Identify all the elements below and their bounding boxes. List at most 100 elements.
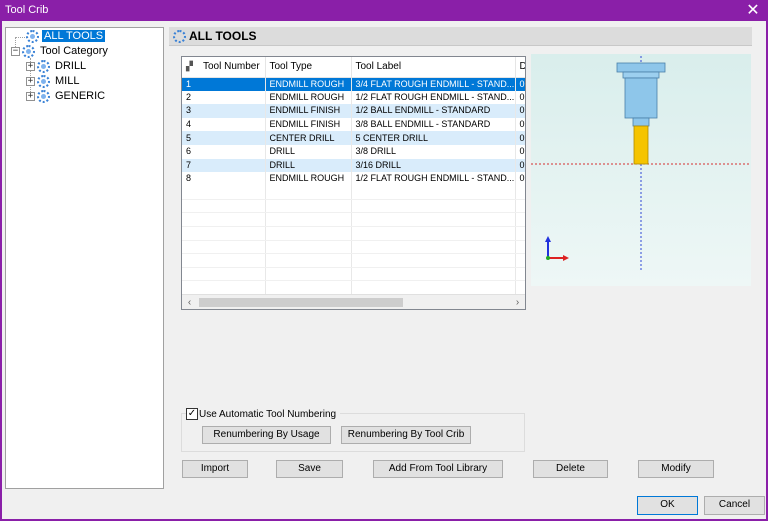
cell-d: 0: [515, 117, 525, 132]
empty-cell: [182, 280, 266, 295]
cell-tool-label: 1/2 BALL ENDMILL - STANDARD: [351, 104, 516, 118]
expand-icon[interactable]: +: [26, 76, 35, 86]
tool-shank: [633, 125, 649, 165]
delete-button[interactable]: Delete: [533, 460, 608, 478]
cell-tool-type: ENDMILL ROUGH: [265, 90, 352, 105]
empty-cell: [265, 240, 352, 255]
expand-icon[interactable]: +: [26, 61, 35, 71]
tools-table[interactable]: ▞Tool Number Tool Type Tool Label D 1END…: [181, 56, 526, 310]
empty-table-row: [182, 267, 525, 282]
column-chooser-icon[interactable]: ▞: [186, 61, 194, 72]
empty-cell: [515, 280, 525, 295]
empty-table-row: [182, 199, 525, 214]
tree-item-generic[interactable]: + GENERIC: [26, 89, 107, 104]
auto-numbering-checkbox[interactable]: ✓: [186, 408, 198, 421]
empty-cell: [515, 212, 525, 228]
cell-tool-label: 3/8 DRILL: [351, 144, 516, 159]
cell-d: 0: [515, 104, 525, 118]
window-title: Tool Crib: [5, 4, 49, 16]
triad-x-arrow: [563, 255, 569, 261]
cell-tool-type: ENDMILL FINISH: [265, 104, 352, 118]
close-icon[interactable]: ✕: [738, 0, 768, 21]
cell-tool-type: ENDMILL ROUGH: [265, 172, 352, 186]
cell-d: 0: [515, 158, 525, 173]
cell-tool-label: 3/8 BALL ENDMILL - STANDARD: [351, 117, 516, 132]
triad-origin: [546, 256, 550, 260]
table-row[interactable]: 4 ENDMILL FINISH 3/8 BALL ENDMILL - STANDA…: [182, 117, 525, 132]
cell-tool-number: 5: [182, 131, 266, 145]
scroll-right-icon[interactable]: ›: [510, 295, 525, 309]
cell-tool-label: 3/16 DRILL: [351, 158, 516, 173]
modify-button[interactable]: Modify: [638, 460, 714, 478]
empty-table-row: [182, 226, 525, 241]
cell-d: 0: [515, 131, 525, 145]
add-from-library-button[interactable]: Add From Tool Library: [373, 460, 503, 478]
empty-cell: [265, 267, 352, 282]
cell-d: 0: [515, 172, 525, 186]
empty-cell: [265, 212, 352, 228]
gear-icon: [37, 59, 50, 73]
cell-tool-label: 1/2 FLAT ROUGH ENDMILL - STAND...: [351, 172, 516, 186]
table-row[interactable]: 8 ENDMILL ROUGH 1/2 FLAT ROUGH ENDMILL - S…: [182, 172, 525, 186]
cell-d: 0: [515, 90, 525, 105]
renumber-by-crib-button[interactable]: Renumbering By Tool Crib: [341, 426, 471, 444]
empty-cell: [265, 226, 352, 241]
empty-cell: [182, 199, 266, 214]
table-row[interactable]: 3 ENDMILL FINISH 1/2 BALL ENDMILL - STANDA…: [182, 104, 525, 118]
empty-cell: [351, 212, 516, 228]
cell-tool-number: 1: [182, 77, 266, 91]
cell-tool-type: ENDMILL FINISH: [265, 117, 352, 132]
cell-tool-label: 5 CENTER DRILL: [351, 131, 516, 145]
scrollbar-thumb[interactable]: [199, 298, 403, 307]
empty-cell: [515, 226, 525, 241]
scroll-left-icon[interactable]: ‹: [182, 295, 197, 309]
table-row[interactable]: 1 ENDMILL ROUGH 3/4 FLAT ROUGH ENDMILL - S…: [182, 77, 525, 91]
empty-cell: [182, 226, 266, 241]
empty-cell: [515, 185, 525, 200]
table-row[interactable]: 5 CENTER DRILL 5 CENTER DRILL 0: [182, 131, 525, 145]
tree-item-drill[interactable]: + DRILL: [26, 59, 88, 74]
empty-cell: [515, 267, 525, 282]
auto-numbering-option[interactable]: ✓ Use Automatic Tool Numbering: [186, 408, 341, 421]
triad-z-arrow: [545, 236, 551, 242]
tree-item-all-tools[interactable]: ALL TOOLS: [26, 29, 106, 44]
ok-button[interactable]: OK: [637, 496, 698, 515]
empty-table-row: [182, 240, 525, 255]
tool-holder: [616, 62, 666, 127]
empty-cell: [351, 185, 516, 200]
category-tree[interactable]: ALL TOOLS − Tool Category + DRILL + MILL + G…: [5, 27, 164, 489]
cancel-button[interactable]: Cancel: [704, 496, 765, 515]
expand-icon[interactable]: +: [26, 91, 35, 101]
column-header-label: Tool Number: [203, 61, 260, 73]
cell-tool-number: 6: [182, 144, 266, 159]
tree-item-tool-category[interactable]: − Tool Category: [11, 44, 110, 59]
table-row[interactable]: 7 DRILL 3/16 DRILL 0: [182, 158, 525, 173]
column-header-tool-label[interactable]: Tool Label: [351, 57, 516, 78]
tree-item-label: GENERIC: [55, 90, 106, 102]
table-row[interactable]: 6 DRILL 3/8 DRILL 0: [182, 144, 525, 159]
holder-groove: [622, 71, 660, 79]
save-button[interactable]: Save: [276, 460, 343, 478]
tree-item-mill[interactable]: + MILL: [26, 74, 81, 89]
gear-icon: [37, 89, 50, 103]
cell-tool-label: 3/4 FLAT ROUGH ENDMILL - STAND...: [351, 77, 516, 91]
cell-tool-type: ENDMILL ROUGH: [265, 77, 352, 91]
renumber-by-usage-button[interactable]: Renumbering By Usage: [202, 426, 331, 444]
column-header-d[interactable]: D: [515, 57, 525, 78]
collapse-icon[interactable]: −: [11, 46, 20, 56]
empty-table-row: [182, 253, 525, 268]
import-button[interactable]: Import: [182, 460, 248, 478]
empty-cell: [515, 199, 525, 214]
empty-cell: [265, 199, 352, 214]
table-row[interactable]: 2 ENDMILL ROUGH 1/2 FLAT ROUGH ENDMILL - S…: [182, 90, 525, 105]
empty-table-row: [182, 280, 525, 295]
cell-tool-number: 2: [182, 90, 266, 105]
horizontal-scrollbar[interactable]: ‹ ›: [182, 294, 525, 309]
column-header-tool-type[interactable]: Tool Type: [265, 57, 352, 78]
cell-tool-number: 3: [182, 104, 266, 118]
empty-cell: [182, 240, 266, 255]
tree-item-label: MILL: [55, 75, 80, 87]
column-header-tool-number[interactable]: ▞ Tool Number: [182, 57, 266, 78]
auto-numbering-label[interactable]: Use Automatic Tool Numbering: [199, 409, 336, 420]
holder-flange: [616, 62, 666, 73]
